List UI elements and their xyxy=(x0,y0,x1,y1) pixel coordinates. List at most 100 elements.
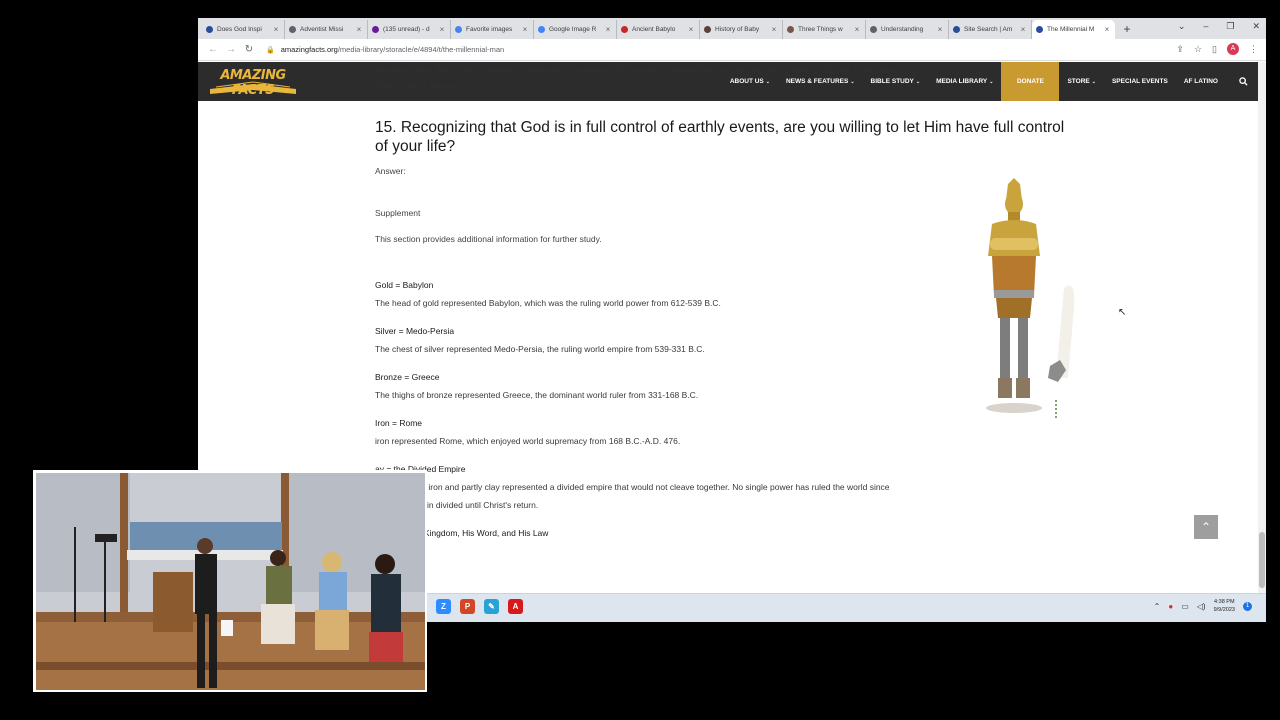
scrollbar-thumb[interactable] xyxy=(1259,532,1265,588)
notification-badge[interactable]: 1 xyxy=(1243,601,1252,611)
tab-close-icon[interactable]: × xyxy=(355,25,363,34)
amazing-facts-logo[interactable]: AMAZING FACTS xyxy=(206,67,300,98)
close-window-icon[interactable]: ✕ xyxy=(1252,21,1260,32)
entry-desc: iron represented Rome, which enjoyed wor… xyxy=(375,436,681,446)
google-icon xyxy=(455,26,462,33)
mouse-cursor-icon: ↖ xyxy=(1118,307,1127,318)
tab-strip: Does God Inspi × Adventist Missi × (135 unre… xyxy=(198,18,1266,39)
tab-label: Ancient Babylo xyxy=(632,26,676,33)
url-field[interactable]: 🔒 amazingfacts.org/media-library/storacl… xyxy=(266,45,504,54)
url-path: /media-library/storacle/e/4894/t/the-mil… xyxy=(337,45,505,54)
clock-date: 9/9/2023 xyxy=(1213,607,1235,613)
answer-label: Answer: xyxy=(375,166,406,176)
nav-item-label: SPECIAL EVENTS xyxy=(1111,78,1168,85)
tab-label: (135 unread) - d xyxy=(383,26,430,33)
entry-term: ay = the Divided Empire xyxy=(375,464,466,474)
question-heading: 15. Recognizing that God is in full cont… xyxy=(375,119,1065,155)
tab-label: Three Things w xyxy=(798,26,843,33)
zoom-app-icon[interactable]: Z xyxy=(436,599,451,614)
book-icon xyxy=(704,26,711,33)
af-icon xyxy=(1036,26,1043,33)
lock-icon: 🔒 xyxy=(266,46,275,54)
globe-icon xyxy=(870,26,877,33)
back-to-top-button[interactable]: ⌃ xyxy=(1194,515,1218,539)
statue-illustration xyxy=(956,178,1086,423)
mail-icon xyxy=(372,26,379,33)
tab-close-icon[interactable]: × xyxy=(272,25,280,34)
nav-item-special-events[interactable]: SPECIAL EVENTS xyxy=(1104,62,1176,101)
minimize-icon[interactable]: – xyxy=(1203,21,1208,32)
tab-label: Understanding xyxy=(881,26,924,33)
tab-close-icon[interactable]: × xyxy=(936,25,944,34)
browser-tab[interactable]: Favorite images × xyxy=(451,20,534,39)
browser-tab[interactable]: (135 unread) - d × xyxy=(368,20,451,39)
tab-close-icon[interactable]: × xyxy=(853,25,861,34)
site-icon xyxy=(621,26,628,33)
share-icon[interactable]: ⇪ xyxy=(1176,44,1184,55)
browser-tab[interactable]: Site Search | Am × xyxy=(949,20,1032,39)
google-icon xyxy=(538,26,545,33)
nav-item-label: AF LATINO xyxy=(1183,78,1218,85)
taskbar-clock[interactable]: 4:38 PM 9/9/2023 xyxy=(1214,598,1235,614)
logo-text: AMAZING FACTS xyxy=(220,68,286,98)
partial-paragraph: elevated from their initial captivity in… xyxy=(375,62,1075,96)
nav-item-af-latino[interactable]: AF LATINO xyxy=(1176,62,1226,101)
tray-app-icon[interactable]: ● xyxy=(1168,602,1173,611)
tray-chevron-icon[interactable]: ⌃ xyxy=(1154,602,1161,611)
af-icon xyxy=(953,26,960,33)
supplement-entry: ay = the Divided Empire at were partly ir… xyxy=(375,464,1095,510)
system-tray: ⌃ ● ▭ ◁) 4:38 PM 9/9/2023 1 xyxy=(1154,598,1252,614)
back-icon[interactable]: ← xyxy=(204,44,222,55)
af-icon xyxy=(206,26,213,33)
tab-label: Does God Inspi xyxy=(217,26,262,33)
browser-tab[interactable]: Does God Inspi × xyxy=(202,20,285,39)
sidebar-icon[interactable]: ▯ xyxy=(1212,44,1217,55)
partial-paragraph-line-2: honor Him 1 Samuel 2:30. xyxy=(375,81,486,92)
volume-icon[interactable]: ◁) xyxy=(1197,602,1206,611)
tab-close-icon[interactable]: × xyxy=(521,25,529,34)
tab-close-icon[interactable]: × xyxy=(770,25,778,34)
webcam-overlay xyxy=(33,470,427,692)
entry-desc-cont: nd it will remain divided until Christ's… xyxy=(375,500,539,510)
tab-close-icon[interactable]: × xyxy=(1019,25,1027,34)
browser-tab[interactable]: Understanding × xyxy=(866,20,949,39)
profile-avatar[interactable]: A xyxy=(1227,43,1239,55)
page-scrollbar[interactable] xyxy=(1258,62,1266,612)
network-icon[interactable]: ▭ xyxy=(1181,602,1189,611)
browser-tab[interactable]: Google Image R × xyxy=(534,20,617,39)
clock-time: 4:38 PM xyxy=(1214,599,1235,605)
browser-tab[interactable]: Three Things w × xyxy=(783,20,866,39)
bookmark-star-icon[interactable]: ☆ xyxy=(1194,44,1202,55)
tab-close-icon[interactable]: × xyxy=(438,25,446,34)
site-icon xyxy=(787,26,794,33)
new-tab-button[interactable]: + xyxy=(1119,20,1135,39)
tab-close-icon[interactable]: × xyxy=(1103,25,1111,34)
tab-close-icon[interactable]: × xyxy=(604,25,612,34)
tab-label: History of Baby xyxy=(715,26,760,33)
browser-tab[interactable]: Adventist Missi × xyxy=(285,20,368,39)
entry-term: rist's Eternal Kingdom, His Word, and Hi… xyxy=(375,528,549,538)
address-bar: ← → ↻ 🔒 amazingfacts.org/media-library/s… xyxy=(198,39,1266,61)
acrobat-app-icon[interactable]: A xyxy=(508,599,523,614)
browser-tab[interactable]: Ancient Babylo × xyxy=(617,20,700,39)
tab-label: The Millennial M xyxy=(1047,26,1095,33)
window-controls: ⌄ – ❐ ✕ xyxy=(1178,21,1260,32)
tab-close-icon[interactable]: × xyxy=(687,25,695,34)
browser-tab[interactable]: The Millennial M × xyxy=(1032,20,1115,39)
tab-search-icon[interactable]: ⌄ xyxy=(1178,21,1186,32)
globe-icon xyxy=(289,26,296,33)
entry-desc: at were partly iron and partly clay repr… xyxy=(375,482,890,492)
reload-icon[interactable]: ↻ xyxy=(240,44,258,55)
tab-label: Adventist Missi xyxy=(300,26,344,33)
tab-label: Site Search | Am xyxy=(964,26,1013,33)
site-search-icon[interactable] xyxy=(1239,62,1248,101)
notes-app-icon[interactable]: ✎ xyxy=(484,599,499,614)
maximize-icon[interactable]: ❐ xyxy=(1226,21,1234,32)
forward-icon[interactable]: → xyxy=(222,44,240,55)
powerpoint-app-icon[interactable]: P xyxy=(460,599,475,614)
browser-tab[interactable]: History of Baby × xyxy=(700,20,783,39)
menu-kebab-icon[interactable]: ⋮ xyxy=(1249,44,1258,55)
tab-label: Google Image R xyxy=(549,26,597,33)
url-domain: amazingfacts.org xyxy=(280,45,338,54)
chevron-down-icon: ⌄ xyxy=(1091,79,1096,85)
